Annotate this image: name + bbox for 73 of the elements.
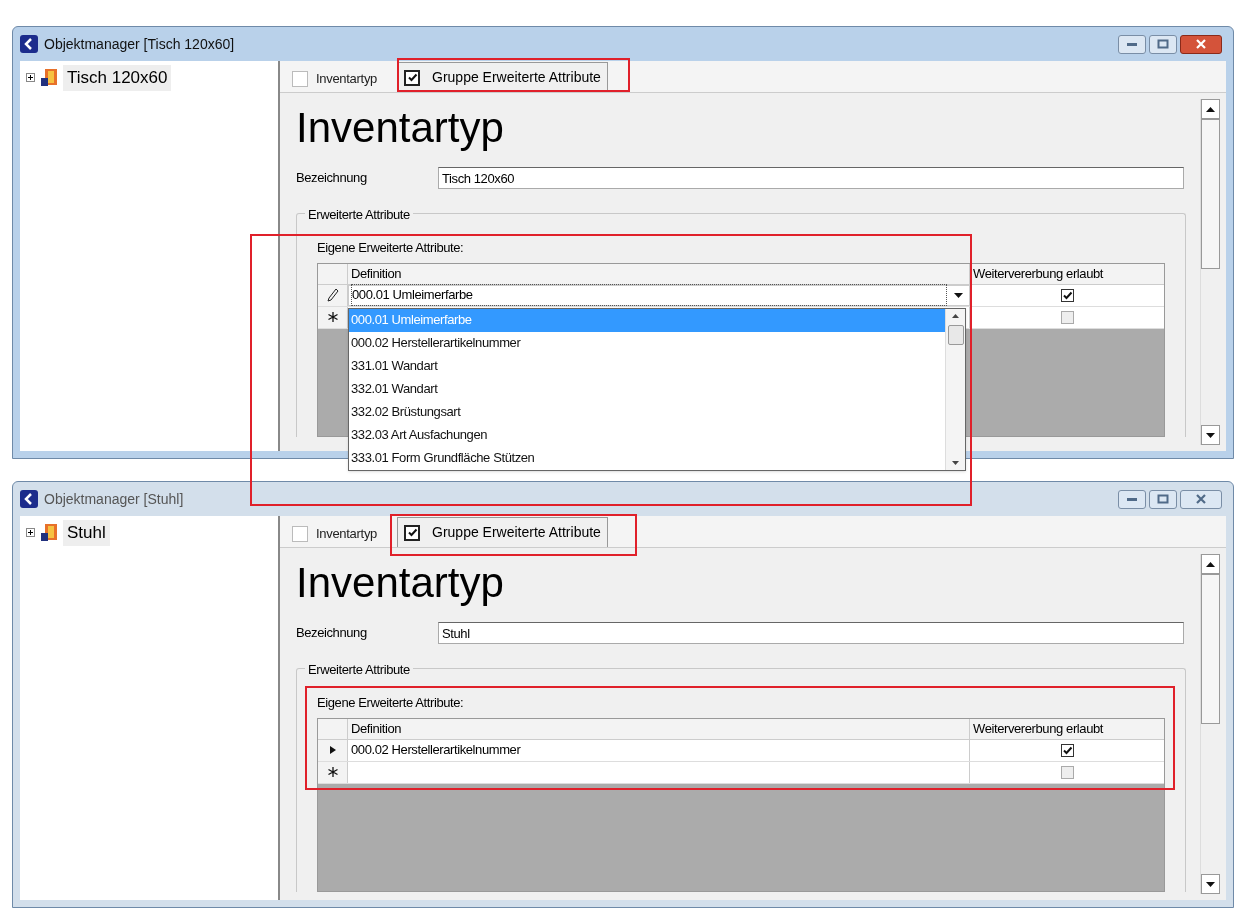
checkbox[interactable] [1060, 765, 1074, 779]
grid-caption: Eigene Erweiterte Attribute: [317, 694, 465, 712]
arrow-down-icon [1206, 432, 1215, 438]
scrollbar[interactable] [1200, 99, 1220, 445]
dropdown-option[interactable]: 331.01 Wandart [349, 354, 945, 378]
grid-caption: Eigene Erweiterte Attribute: [317, 239, 465, 257]
name-field[interactable]: Tisch 120x60 [438, 167, 1184, 189]
checkbox[interactable] [292, 71, 308, 87]
tree-item[interactable]: Stuhl [63, 520, 110, 546]
window-title: Objektmanager [Stuhl] [44, 489, 184, 509]
column-header[interactable]: Definition [348, 263, 970, 285]
checkbox[interactable] [1060, 310, 1074, 324]
arrow-up-icon [1206, 561, 1215, 567]
close-button[interactable] [1180, 34, 1222, 54]
scroll-up-button[interactable] [1201, 99, 1220, 119]
tab[interactable]: Gruppe Erweiterte Attribute [397, 517, 608, 547]
minimize-icon [1126, 41, 1138, 47]
checkmark-icon [1061, 744, 1073, 756]
scroll-down-button[interactable] [1201, 874, 1220, 894]
page-heading: Inventartyp [296, 103, 505, 153]
arrow-up-icon [1206, 106, 1215, 112]
minimize-button[interactable] [1118, 489, 1146, 509]
close-button[interactable] [1180, 489, 1222, 509]
scrollbar-thumb[interactable] [1201, 574, 1220, 724]
minimize-icon [1126, 496, 1138, 502]
scroll-down-button[interactable] [1201, 425, 1220, 445]
table-cell: 000.02 Herstellerartikelnummer [348, 739, 970, 761]
checkmark-icon [406, 72, 418, 83]
column-header[interactable]: Definition [348, 718, 970, 740]
minimize-button[interactable] [1118, 34, 1146, 54]
close-icon [1195, 39, 1207, 49]
combo-box[interactable]: 000.01 Umleimerfarbe [348, 284, 970, 306]
dropdown-option[interactable]: 333.01 Form Grundfläche Stützen [349, 446, 945, 470]
restore-icon [1157, 494, 1169, 504]
app-icon [20, 490, 38, 508]
tree-item[interactable]: Tisch 120x60 [63, 65, 172, 91]
checkbox[interactable] [1060, 743, 1074, 757]
checkmark-icon [406, 527, 418, 538]
cabinet-icon [39, 522, 59, 543]
maximize-button[interactable] [1149, 34, 1177, 54]
checkbox[interactable] [292, 526, 308, 542]
tab[interactable]: Inventartyp [286, 66, 383, 92]
tab[interactable]: Gruppe Erweiterte Attribute [397, 62, 608, 92]
dropdown-option[interactable]: 332.01 Wandart [349, 377, 945, 401]
tab[interactable]: Inventartyp [286, 521, 383, 547]
scrollbar[interactable] [945, 308, 965, 470]
scrollbar[interactable] [1200, 554, 1220, 894]
maximize-button[interactable] [1149, 489, 1177, 509]
scroll-up-button[interactable] [1201, 554, 1220, 574]
window-title: Objektmanager [Tisch 120x60] [44, 34, 235, 54]
arrow-down-icon [1206, 881, 1215, 887]
cabinet-icon [39, 67, 59, 88]
scrollbar-thumb[interactable] [947, 324, 964, 345]
field-label: Bezeichnung [296, 624, 368, 643]
dropdown-option[interactable]: 000.02 Herstellerartikelnummer [349, 331, 945, 355]
name-field[interactable]: Stuhl [438, 622, 1184, 644]
dropdown-option[interactable]: 332.03 Art Ausfachungen [349, 423, 945, 447]
restore-icon [1157, 39, 1169, 49]
close-icon [1195, 494, 1207, 504]
column-header[interactable]: Weitervererbung erlaubt [970, 718, 1164, 740]
app-icon [20, 35, 38, 53]
column-header[interactable]: Weitervererbung erlaubt [970, 263, 1164, 285]
checkmark-icon [1061, 289, 1073, 301]
page-heading: Inventartyp [296, 558, 505, 608]
checkbox[interactable] [1060, 288, 1074, 302]
expander-icon[interactable] [26, 73, 35, 83]
checkbox[interactable] [404, 524, 420, 541]
field-label: Bezeichnung [296, 169, 368, 188]
caret-icon [953, 292, 963, 298]
expander-icon[interactable] [26, 528, 35, 538]
dropdown-option[interactable]: 332.02 Brüstungsart [349, 400, 945, 424]
checkbox[interactable] [404, 69, 420, 86]
scrollbar-thumb[interactable] [1201, 119, 1220, 269]
